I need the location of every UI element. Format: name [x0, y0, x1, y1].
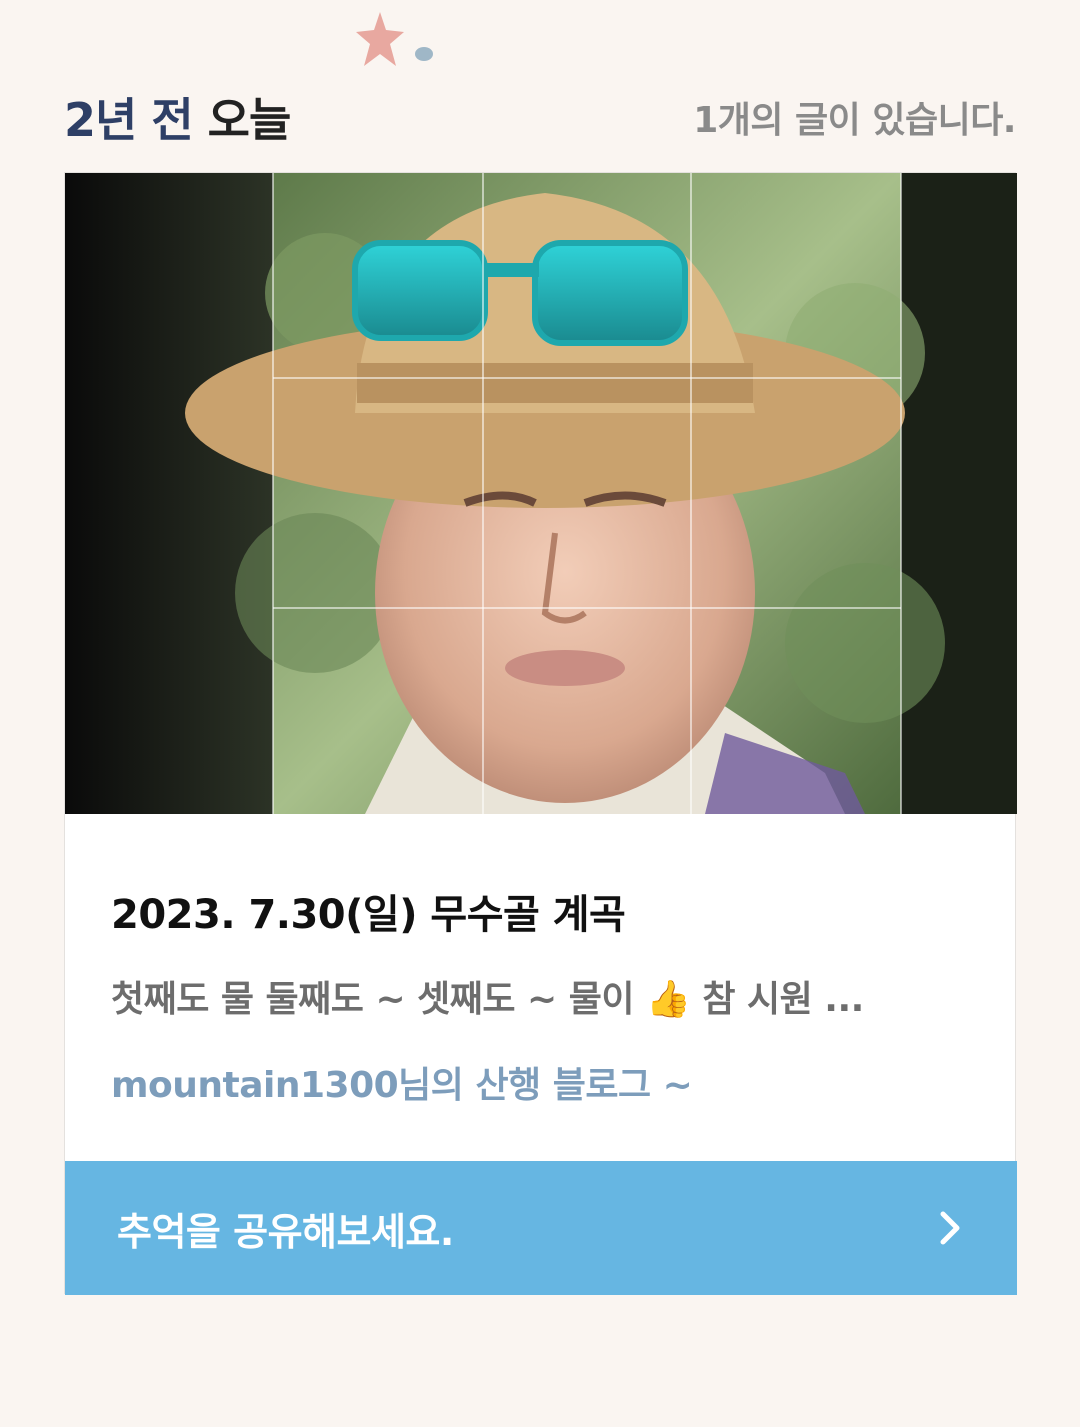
title-today: 오늘 — [192, 93, 292, 147]
star-decoration-icon — [356, 12, 433, 66]
photo-illustration — [65, 173, 1017, 814]
memory-page: 2년 전 오늘 1개의 글이 있습니다. 2023. 7.30(일) 무수골 계… — [0, 0, 1080, 1427]
memory-card[interactable]: 2023. 7.30(일) 무수골 계곡 첫째도 물 둘째도 ~ 셋째도 ~ 물… — [64, 172, 1017, 1295]
post-title[interactable]: 2023. 7.30(일) 무수골 계곡 — [111, 882, 626, 940]
post-photo[interactable] — [65, 173, 1017, 814]
chevron-right-icon — [940, 1211, 960, 1245]
post-count: 1개의 글이 있습니다. — [693, 100, 1016, 141]
title-years-ago: 2년 전 — [64, 93, 194, 147]
share-memory-button[interactable]: 추억을 공유해보세요. — [65, 1161, 1017, 1295]
post-text-area[interactable]: 2023. 7.30(일) 무수골 계곡 첫째도 물 둘째도 ~ 셋째도 ~ 물… — [65, 814, 1015, 1161]
blog-name[interactable]: mountain1300님의 산행 블로그 ~ — [111, 1056, 693, 1108]
memory-header: 2년 전 오늘 1개의 글이 있습니다. — [64, 82, 1016, 152]
page-title: 2년 전 오늘 — [64, 84, 292, 150]
post-snippet: 첫째도 물 둘째도 ~ 셋째도 ~ 물이 👍 참 시원 ... — [111, 979, 864, 1020]
share-memory-label: 추억을 공유해보세요. — [117, 1209, 454, 1254]
